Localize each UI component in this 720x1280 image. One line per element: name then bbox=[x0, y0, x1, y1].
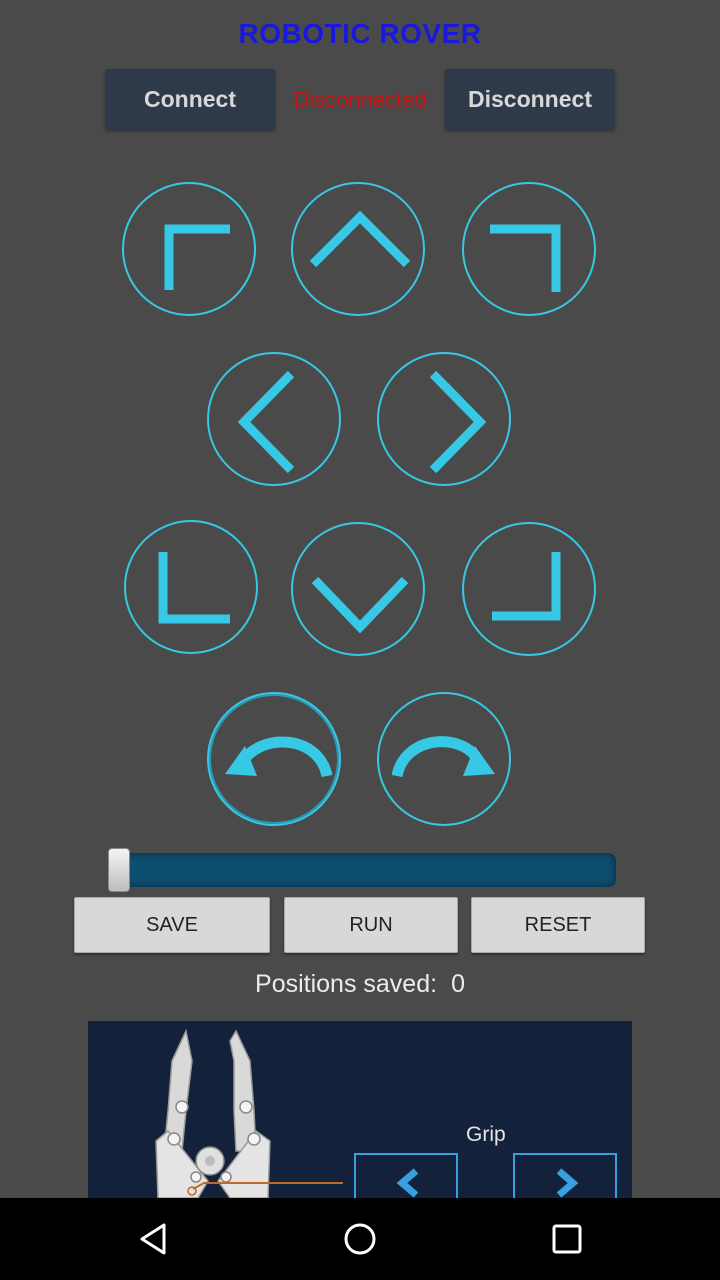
connect-button[interactable]: Connect bbox=[105, 69, 275, 129]
disconnect-button[interactable]: Disconnect bbox=[445, 69, 615, 129]
up-right-button[interactable] bbox=[462, 182, 596, 316]
up-left-button[interactable] bbox=[122, 182, 256, 316]
corner-down-right-icon bbox=[492, 552, 561, 621]
speed-slider-track[interactable] bbox=[108, 853, 616, 887]
connection-status: Disconnected bbox=[293, 87, 427, 112]
chevron-left-icon bbox=[237, 370, 295, 474]
positions-saved-label: Positions saved: bbox=[255, 970, 438, 998]
gripper-claw-icon bbox=[155, 1028, 343, 1198]
positions-saved: Positions saved: 0 bbox=[0, 970, 720, 999]
grip-label: Grip bbox=[466, 1123, 506, 1146]
rotate-left-button[interactable] bbox=[207, 692, 341, 826]
rotate-left-icon bbox=[225, 736, 333, 778]
grip-open-button[interactable] bbox=[513, 1153, 617, 1198]
corner-down-left-icon bbox=[158, 552, 230, 624]
grip-panel: Grip bbox=[88, 1021, 632, 1198]
home-icon[interactable] bbox=[340, 1219, 380, 1259]
up-button[interactable] bbox=[291, 182, 425, 316]
down-button[interactable] bbox=[291, 522, 425, 656]
recents-icon[interactable] bbox=[547, 1219, 587, 1259]
corner-up-right-icon bbox=[490, 224, 561, 292]
run-button[interactable]: RUN bbox=[284, 897, 458, 953]
app-title: ROBOTIC ROVER bbox=[238, 18, 482, 49]
chevron-up-icon bbox=[309, 210, 411, 268]
rotate-right-button[interactable] bbox=[377, 692, 511, 826]
chevron-left-icon bbox=[396, 1168, 419, 1198]
corner-up-left-icon bbox=[164, 224, 230, 290]
left-button[interactable] bbox=[207, 352, 341, 486]
rotate-right-icon bbox=[391, 736, 495, 778]
speed-slider-thumb[interactable] bbox=[108, 848, 130, 892]
save-button[interactable]: SAVE bbox=[74, 897, 270, 953]
system-nav-bar bbox=[0, 1198, 720, 1280]
down-right-button[interactable] bbox=[462, 522, 596, 656]
down-left-button[interactable] bbox=[124, 520, 258, 654]
chevron-right-icon bbox=[556, 1168, 579, 1198]
positions-saved-count: 0 bbox=[451, 970, 465, 998]
reset-button[interactable]: RESET bbox=[471, 897, 645, 953]
grip-close-button[interactable] bbox=[354, 1153, 458, 1198]
chevron-down-icon bbox=[311, 576, 409, 634]
chevron-right-icon bbox=[429, 370, 487, 474]
back-icon[interactable] bbox=[134, 1219, 174, 1259]
right-button[interactable] bbox=[377, 352, 511, 486]
